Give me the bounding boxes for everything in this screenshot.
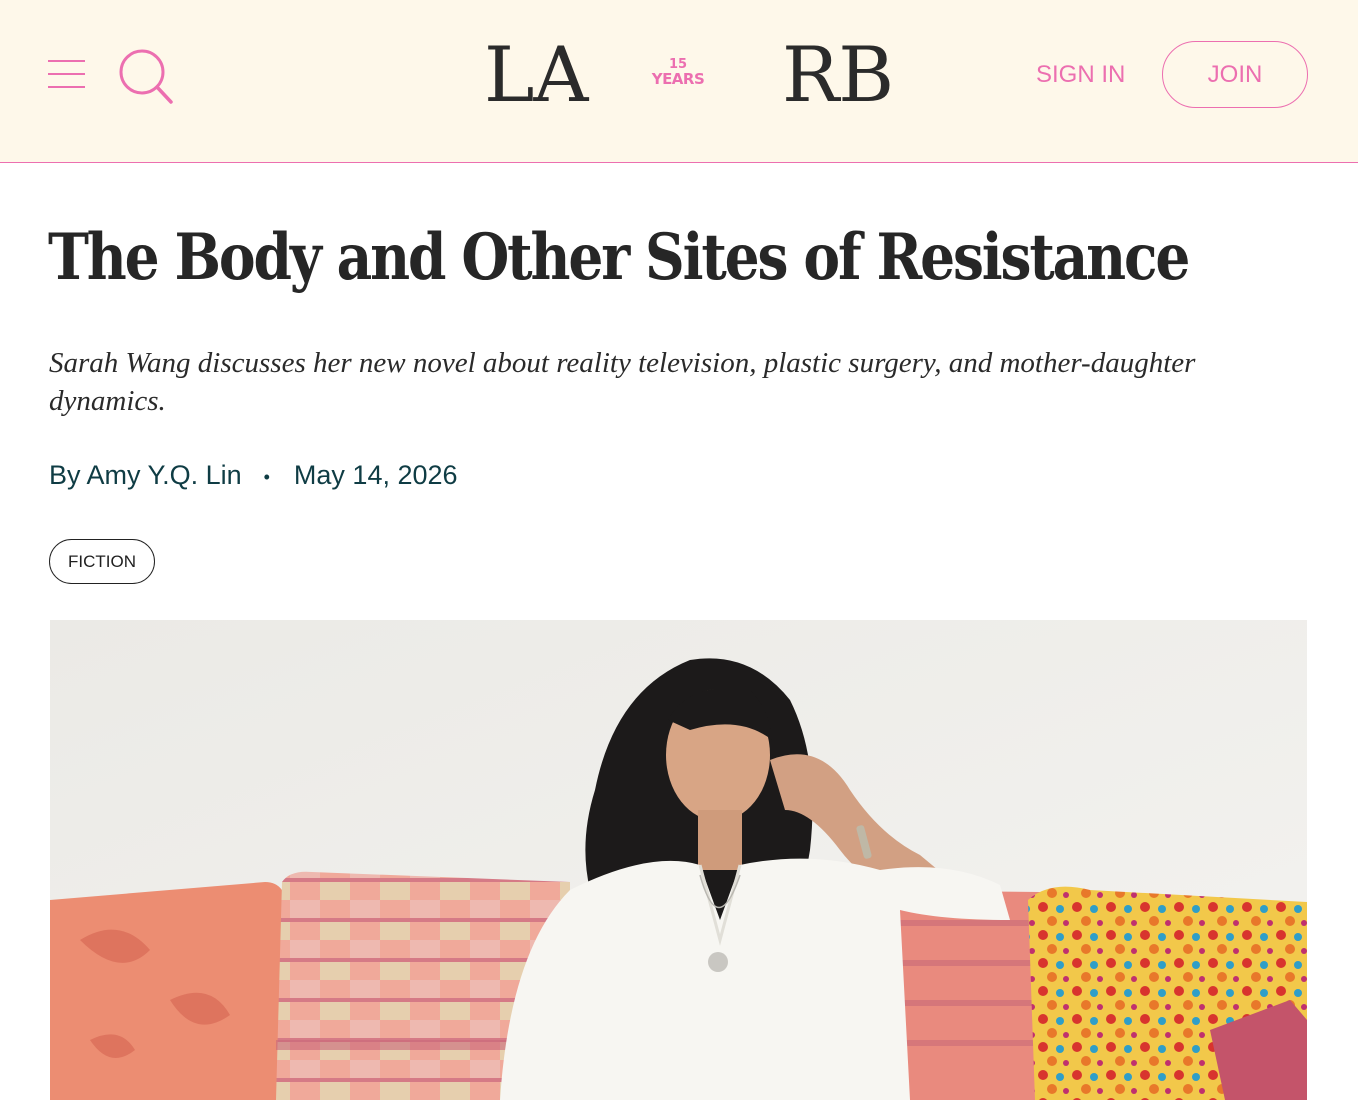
article-title: The Body and Other Sites of Resistance bbox=[48, 220, 1190, 295]
publish-date: May 14, 2026 bbox=[293, 460, 458, 490]
article-subtitle: Sarah Wang discusses her new novel about… bbox=[49, 347, 1196, 417]
menu-line bbox=[48, 86, 85, 88]
site-logo[interactable]: LA 15 YEARS RB bbox=[480, 30, 894, 120]
join-button[interactable]: JOIN bbox=[1162, 41, 1308, 108]
logo-text-la: LA bbox=[484, 30, 588, 119]
sign-in-link[interactable]: SIGN IN bbox=[1036, 60, 1125, 90]
author-link[interactable]: By Amy Y.Q. Lin bbox=[49, 460, 242, 490]
hero-photo bbox=[50, 620, 1307, 1100]
logo-text-rb: RB bbox=[782, 30, 894, 119]
search-icon[interactable] bbox=[116, 47, 174, 105]
logo-anniversary-badge: 15 YEARS bbox=[640, 58, 716, 88]
hamburger-menu-icon[interactable] bbox=[48, 58, 85, 90]
menu-line bbox=[48, 73, 85, 75]
byline-separator: • bbox=[263, 466, 270, 487]
byline: By Amy Y.Q. Lin • May 14, 2026 bbox=[49, 458, 458, 494]
menu-line bbox=[48, 60, 85, 62]
category-tag-fiction[interactable]: FICTION bbox=[49, 539, 155, 584]
logo-years-word: YEARS bbox=[651, 70, 705, 88]
site-header: LA 15 YEARS RB SIGN IN JOIN bbox=[0, 0, 1358, 163]
